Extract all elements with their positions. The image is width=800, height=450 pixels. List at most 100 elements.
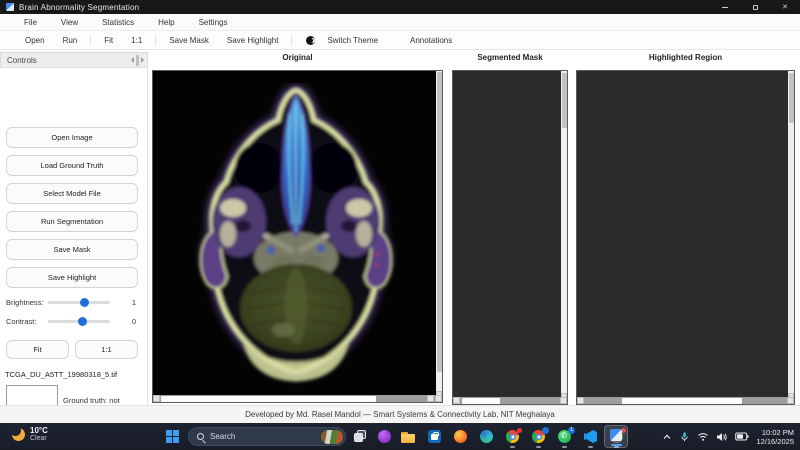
chrome-icon[interactable] [506,428,522,448]
weather-widget[interactable]: 10°C Clear [10,425,48,443]
window-title: Brain Abnormality Segmentation [19,2,140,12]
app-icon [6,3,14,11]
scrollbar-thumb[interactable] [622,397,742,404]
taskbar-search[interactable]: Search [188,427,346,446]
volume-icon[interactable] [716,432,728,442]
system-tray: 10:02 PM 12/16/2025 [662,423,800,450]
credit-text: Developed by Md. Rasel Mandol — Smart Sy… [245,410,555,419]
scroll-left-button[interactable] [577,397,584,404]
store-icon[interactable] [428,430,442,444]
original-h-scrollbar[interactable] [153,395,442,402]
scroll-right-button[interactable] [427,395,434,402]
open-image-button[interactable]: Open Image [6,127,138,148]
scrollbar-thumb[interactable] [788,73,794,123]
menu-settings[interactable]: Settings [199,18,228,27]
save-mask-button[interactable]: Save Mask [6,239,138,260]
tray-clock[interactable]: 10:02 PM 12/16/2025 [756,428,794,446]
run-segmentation-button[interactable]: Run Segmentation [6,211,138,232]
firefox-icon[interactable] [454,430,468,444]
controls-header: Controls [0,52,148,68]
battery-icon[interactable] [735,432,749,441]
scroll-left-button[interactable] [453,397,460,404]
annotations-button[interactable]: Annotations [401,36,461,45]
toolbar-save-mask-button[interactable]: Save Mask [160,36,218,45]
highlight-v-scrollbar[interactable] [788,71,794,399]
scroll-right-button[interactable] [787,397,794,404]
moon-theme-icon [306,35,316,45]
scroll-corner-button[interactable] [435,395,442,402]
toolbar-open-button[interactable]: Open [16,36,54,45]
menu-help[interactable]: Help [158,18,174,27]
brightness-slider-thumb[interactable] [80,297,89,307]
toolbar-fit-button[interactable]: Fit [95,36,122,45]
segmented-mask-panel[interactable] [452,70,568,405]
search-daily-image[interactable] [321,429,343,444]
close-icon[interactable]: ✕ [770,0,800,14]
purple-app-icon[interactable] [378,430,392,444]
highlighted-region-panel[interactable] [576,70,795,405]
footer: Developed by Md. Rasel Mandol — Smart Sy… [0,405,800,423]
one-to-one-button[interactable]: 1:1 [75,340,138,359]
whatsapp-icon[interactable]: 1 [558,427,575,448]
taskbar: 10°C Clear Search 1 [0,423,800,450]
vscode-icon[interactable] [584,430,598,448]
tray-date: 12/16/2025 [756,436,794,446]
mask-v-scrollbar[interactable] [561,71,567,399]
toolbar-separator [155,34,157,46]
load-ground-truth-button[interactable]: Load Ground Truth [6,155,138,176]
toolbar: Open Run Fit 1:1 Save Mask Save Highligh… [0,31,800,50]
minimize-icon[interactable] [710,0,740,14]
wifi-icon[interactable] [697,432,709,442]
brightness-slider[interactable] [48,297,110,307]
active-app-taskbar-button[interactable] [604,425,628,448]
weather-temp: 10°C [30,426,48,435]
fit-button[interactable]: Fit [6,340,69,359]
menu-view[interactable]: View [61,18,78,27]
tray-time: 10:02 PM [761,427,794,437]
toolbar-save-highlight-button[interactable]: Save Highlight [218,36,288,45]
original-image-panel[interactable] [152,70,443,403]
controls-panel: Controls Open Image Load Ground Truth Se… [0,52,148,450]
windows-start-icon[interactable] [166,430,179,443]
task-view-icon[interactable] [354,430,368,444]
highlight-h-scrollbar[interactable] [577,397,794,404]
window-controls: ✕ [710,0,800,14]
edge-icon[interactable] [480,430,494,444]
contrast-slider-thumb[interactable] [78,316,87,326]
brightness-label: Brightness: [6,297,44,307]
brightness-value: 1 [131,297,136,307]
title-bar: Brain Abnormality Segmentation ✕ [0,0,800,14]
chevron-up-icon[interactable] [662,432,672,442]
highlight-panel-title: Highlighted Region [648,53,723,62]
contrast-row: Contrast: 0 [6,315,142,327]
scrollbar-thumb[interactable] [436,72,442,372]
scroll-left-button[interactable] [153,395,160,402]
search-icon [197,433,204,440]
scrollbar-thumb[interactable] [561,73,567,128]
original-v-scrollbar[interactable] [436,71,442,397]
microphone-icon[interactable] [679,431,690,443]
save-highlight-button[interactable]: Save Highlight [6,267,138,288]
scrollbar-thumb[interactable] [161,395,376,402]
splitter-handle-icon[interactable] [131,54,144,66]
menu-bar: File View Statistics Help Settings [0,14,800,31]
switch-theme-button[interactable]: Switch Theme [318,36,387,45]
scroll-right-button[interactable] [560,397,567,404]
restore-icon[interactable] [740,0,770,14]
moon-weather-icon [10,425,25,442]
chrome-alt-icon[interactable] [532,427,549,448]
active-app-icon [610,429,622,441]
scrollbar-thumb[interactable] [462,397,500,404]
toolbar-run-button[interactable]: Run [54,36,87,45]
weather-condition: Clear [30,435,47,443]
brightness-row: Brightness: 1 [6,296,142,308]
app-window: Brain Abnormality Segmentation ✕ File Vi… [0,0,800,450]
file-explorer-icon[interactable] [401,430,415,444]
toolbar-one-to-one-button[interactable]: 1:1 [122,36,151,45]
mask-h-scrollbar[interactable] [453,397,567,404]
contrast-slider[interactable] [48,316,110,326]
menu-statistics[interactable]: Statistics [102,18,134,27]
menu-file[interactable]: File [24,18,37,27]
select-model-file-button[interactable]: Select Model File [6,183,138,204]
active-app-indicator [611,444,622,446]
